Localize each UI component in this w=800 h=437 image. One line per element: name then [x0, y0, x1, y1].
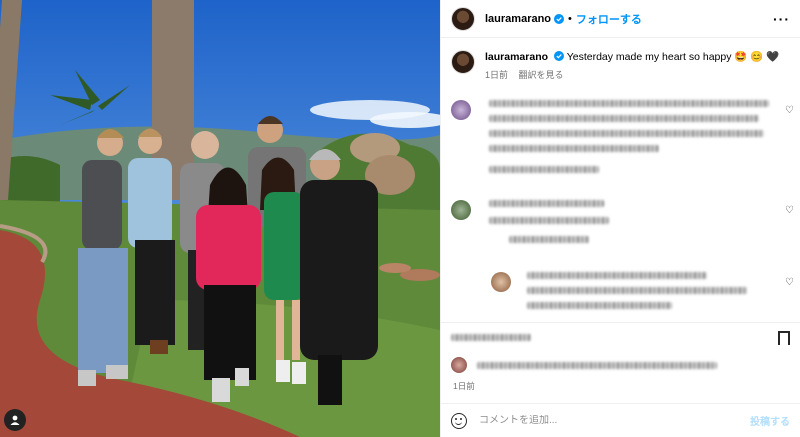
blurred-comment-text [489, 145, 659, 152]
blurred-comment-text [489, 130, 764, 137]
post-photo[interactable] [0, 0, 440, 437]
blurred-comment-text [489, 115, 759, 122]
blurred-comment-meta [527, 302, 672, 309]
bookmark-icon[interactable] [778, 330, 790, 350]
blurred-view-replies[interactable] [509, 236, 589, 243]
author-avatar[interactable] [451, 6, 475, 31]
blurred-comment-text [527, 272, 707, 279]
post-sidebar: lauramarano • フォローする ··· lauramarano Yes… [440, 0, 800, 437]
heart-icon[interactable]: ♡ [785, 105, 794, 116]
caption-avatar[interactable] [451, 50, 475, 74]
heart-icon[interactable]: ♡ [785, 205, 794, 216]
separator-dot: • [568, 12, 572, 25]
translate-link[interactable]: 翻訳を見る [519, 70, 564, 80]
follow-button[interactable]: フォローする [576, 11, 642, 27]
more-options-icon[interactable]: ··· [773, 11, 790, 27]
likes-summary [451, 357, 717, 373]
person-tag-icon[interactable] [4, 409, 26, 431]
post-comment-button[interactable]: 投稿する [750, 413, 790, 428]
blurred-comment-meta [489, 217, 609, 224]
blurred-comment-text [527, 287, 747, 294]
group-photo-image [0, 0, 440, 437]
verified-badge-icon [554, 13, 565, 24]
blurred-action-icons[interactable] [451, 334, 531, 341]
blurred-comment-text [489, 200, 604, 207]
heart-icon[interactable]: ♡ [785, 277, 794, 288]
blurred-comment-text [489, 100, 769, 107]
post-header: lauramarano • フォローする ··· [441, 0, 800, 38]
post-caption: lauramarano Yesterday made my heart so h… [441, 38, 800, 82]
post-time[interactable]: 1日前 [453, 380, 475, 392]
author-username[interactable]: lauramarano [485, 13, 551, 25]
comment-avatar[interactable] [451, 200, 471, 220]
reply-avatar[interactable] [491, 272, 511, 292]
caption-time[interactable]: 1日前 [485, 70, 508, 80]
caption-text: Yesterday made my heart so happy 🤩 😊 🖤 [566, 51, 780, 63]
blurred-comment-meta [489, 166, 599, 173]
verified-badge-icon [553, 51, 564, 61]
comment-item [451, 200, 779, 251]
caption-username[interactable]: lauramarano [485, 51, 548, 63]
comment-composer: 投稿する [441, 403, 800, 437]
comment-item [451, 100, 779, 181]
post-view: lauramarano • フォローする ··· lauramarano Yes… [0, 0, 800, 437]
post-action-bar [441, 322, 800, 352]
emoji-icon[interactable] [451, 412, 467, 429]
comment-avatar[interactable] [451, 100, 471, 120]
comment-input[interactable] [479, 415, 750, 426]
reply-item [491, 272, 757, 317]
blurred-likes-text[interactable] [477, 362, 717, 369]
likes-avatar [451, 357, 467, 373]
